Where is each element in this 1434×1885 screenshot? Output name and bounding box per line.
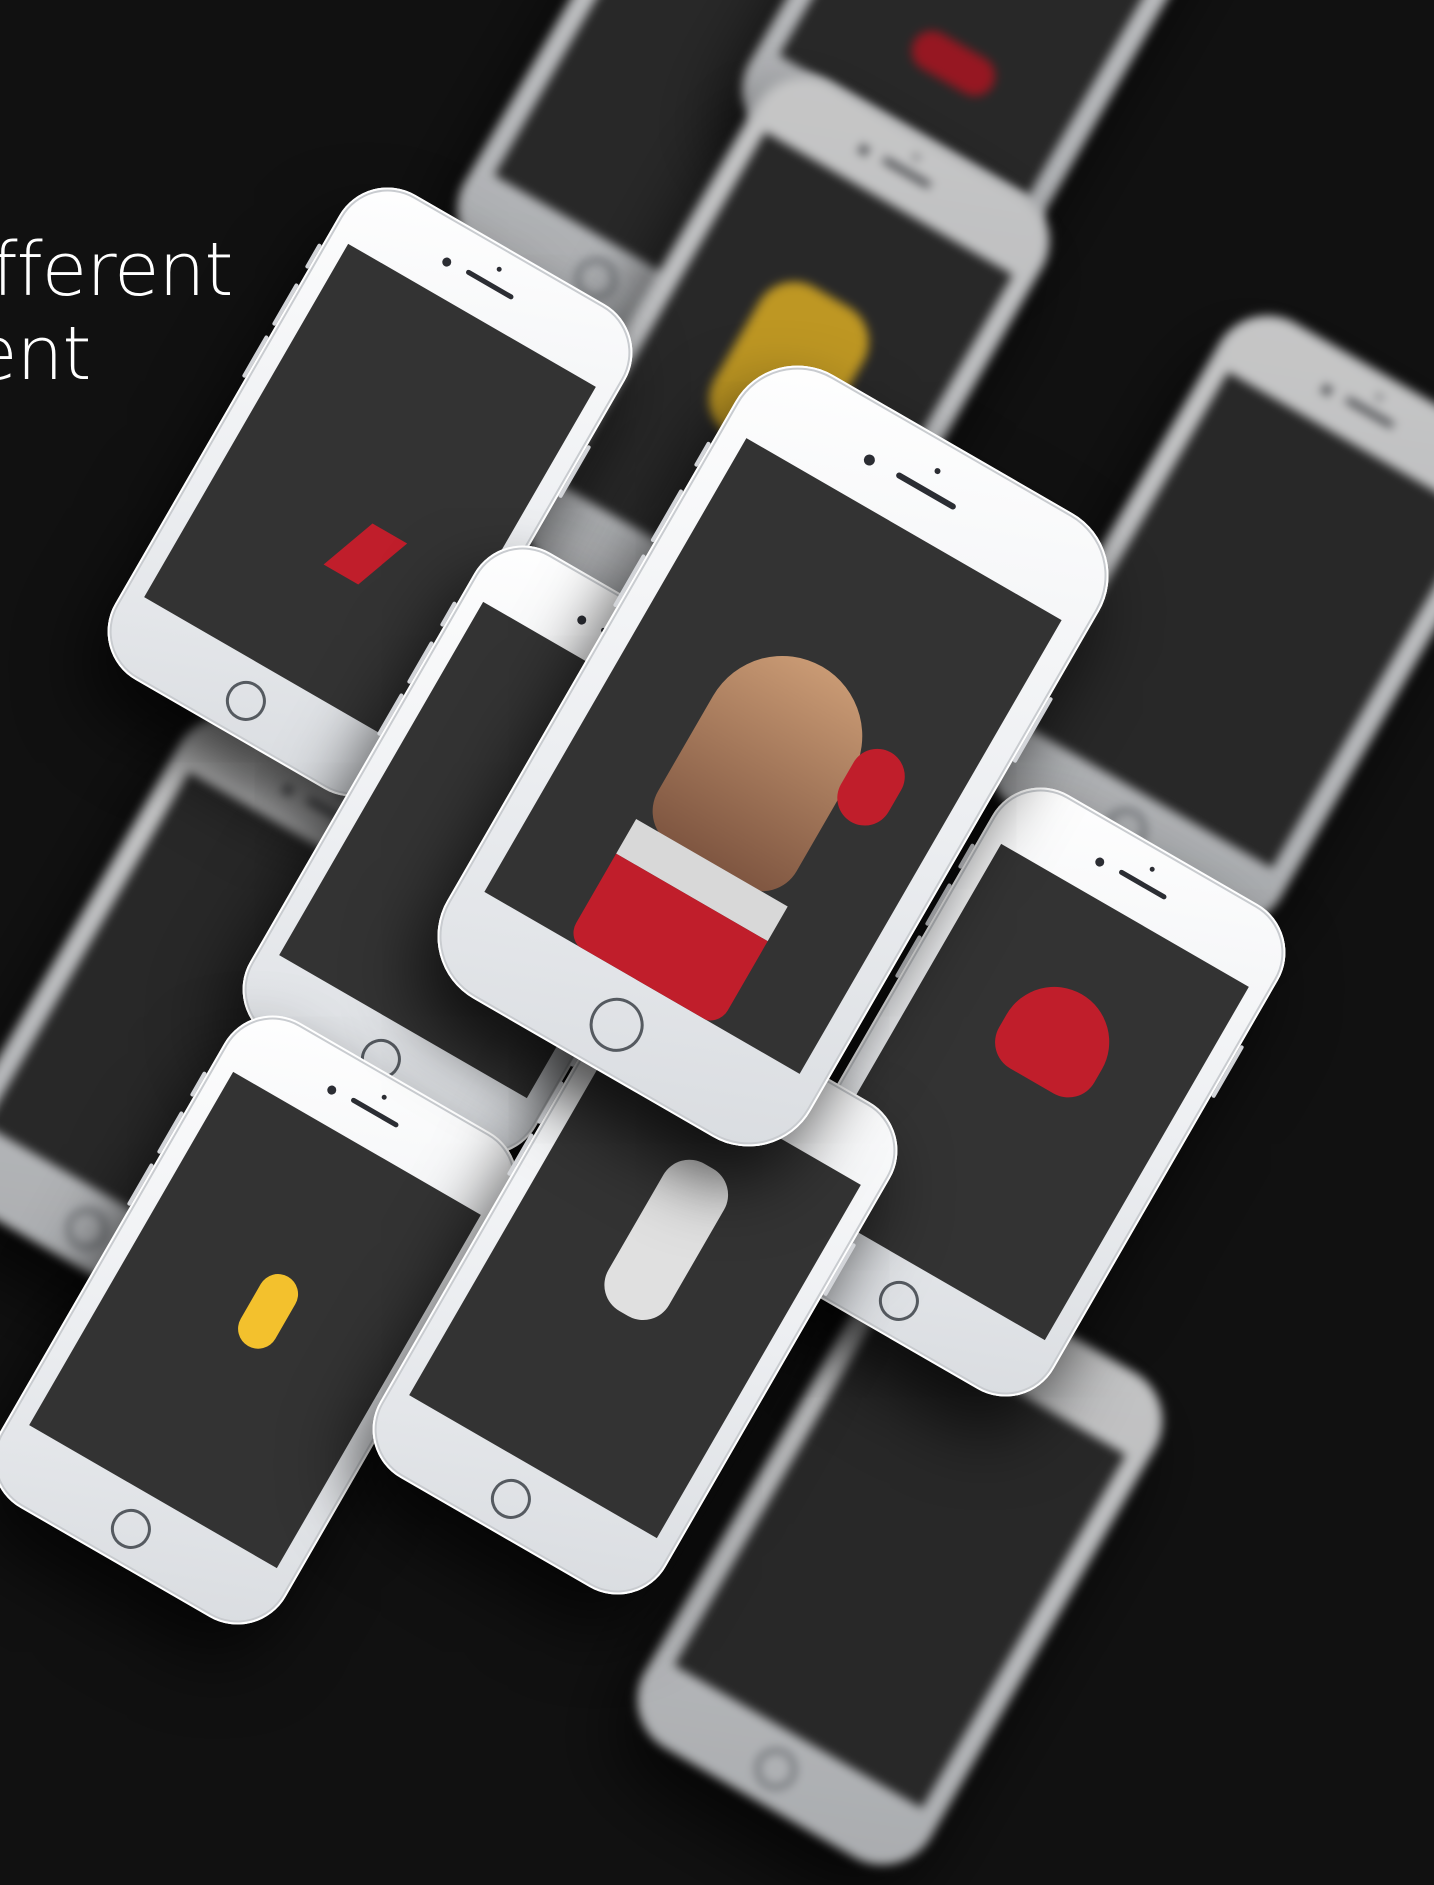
speaker-icon (895, 471, 957, 511)
headline: ifferent ent (0, 227, 233, 397)
camera-icon (1093, 855, 1106, 869)
home-button-icon (871, 1273, 927, 1329)
home-button-icon (748, 1741, 804, 1797)
home-button-icon (218, 673, 274, 729)
headline-line-2: ent (0, 311, 91, 397)
camera-icon (861, 452, 877, 468)
camera-icon (575, 613, 588, 627)
headline-line-1: ifferent (0, 227, 233, 313)
speaker-icon (465, 268, 515, 301)
home-button-icon (483, 1471, 539, 1527)
camera-icon (440, 255, 453, 269)
speaker-icon (350, 1096, 400, 1129)
speaker-icon (1118, 868, 1168, 901)
camera-icon (325, 1083, 338, 1097)
home-button-icon (103, 1501, 159, 1557)
home-button-icon (579, 987, 654, 1062)
